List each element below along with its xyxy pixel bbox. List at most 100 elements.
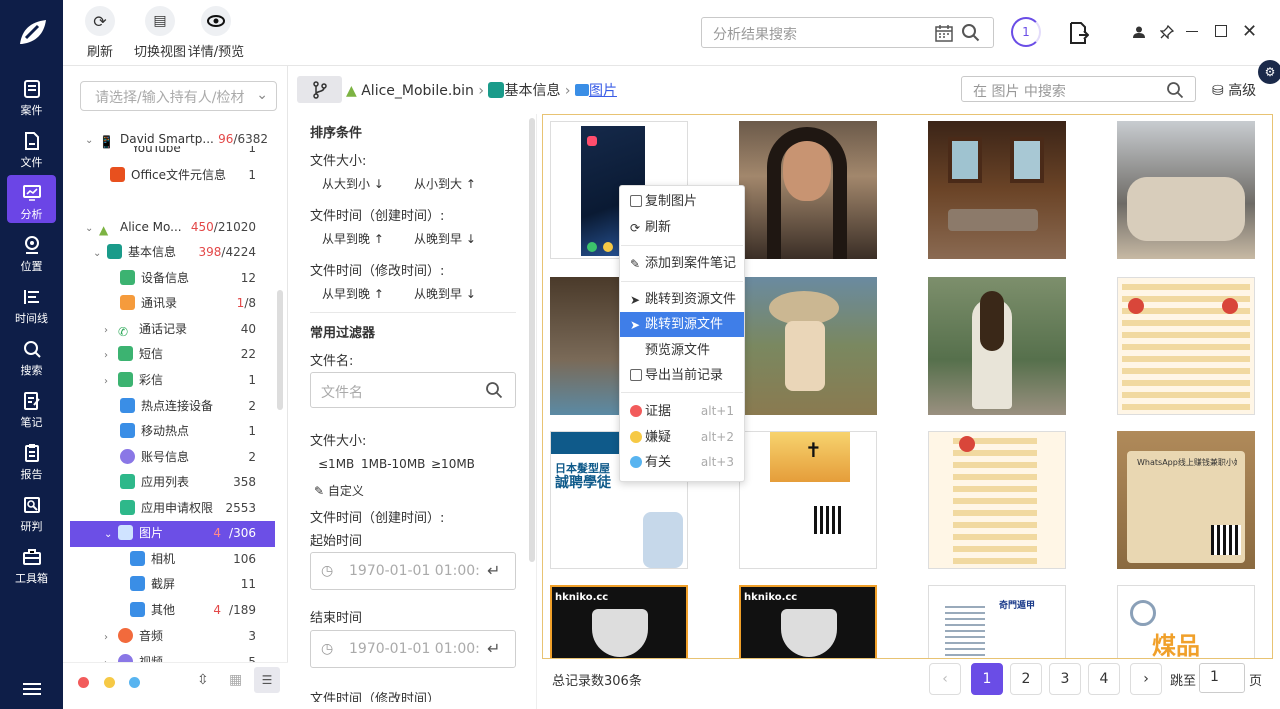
size-filter-small[interactable]: ≤1MB	[318, 457, 354, 471]
page-3[interactable]: 3	[1049, 663, 1081, 695]
menu-refresh[interactable]: ⟳ 刷新	[620, 215, 744, 240]
tree-item-office[interactable]: Office文件元信息 1	[110, 163, 256, 188]
end-time-input[interactable]: ◷ 1970-01-01 01:00:0 ↵	[310, 630, 516, 668]
menu-mark-evidence[interactable]: 证据 alt+1	[620, 399, 744, 424]
tree-item-pictures[interactable]: ⌄ 图片 4/306	[104, 521, 256, 546]
pin-icon[interactable]	[1160, 25, 1174, 39]
nav-timeline[interactable]: 时间线	[0, 280, 63, 330]
suspect-filter-dot[interactable]	[104, 677, 115, 688]
nav-search[interactable]: 搜索	[0, 332, 63, 382]
tree-item-screenshot[interactable]: 截屏 11	[130, 572, 256, 597]
prev-page-button[interactable]: ‹	[929, 663, 961, 695]
evidence-filter-dot[interactable]	[78, 677, 89, 688]
enter-icon[interactable]: ↵	[487, 561, 500, 580]
sort-ctime-desc[interactable]: 从晚到早 ↓	[414, 230, 476, 247]
thumbnail-back-girl[interactable]	[928, 277, 1066, 415]
tree-item-sms[interactable]: › 短信 22	[104, 342, 256, 367]
menu-preview-source[interactable]: 预览源文件	[620, 338, 744, 363]
grid-view-icon[interactable]: ▦	[229, 672, 242, 688]
breadcrumb-file[interactable]: Alice_Mobile.bin	[361, 83, 474, 99]
tree-item-apps[interactable]: 应用列表 358	[120, 470, 256, 495]
custom-size-button[interactable]: ✎ 自定义	[314, 482, 364, 499]
analysis-search-input[interactable]: 分析结果搜索	[701, 17, 994, 48]
floating-assistant-icon[interactable]: ⚙	[1258, 60, 1280, 84]
tree-item-basic-info[interactable]: ⌄ 基本信息 398/4224	[93, 240, 256, 265]
nav-analysis[interactable]: 分析	[0, 175, 63, 226]
enter-icon[interactable]: ↵	[487, 639, 500, 658]
tree-item-calls[interactable]: › ✆ 通话记录 40	[104, 317, 256, 342]
size-filter-medium[interactable]: 1MB-10MB	[361, 457, 425, 471]
page-2[interactable]: 2	[1010, 663, 1042, 695]
calendar-icon[interactable]	[935, 24, 953, 42]
next-page-button[interactable]: ›	[1130, 663, 1162, 695]
thumbnail-lottery-chart[interactable]	[1117, 277, 1255, 415]
menu-copy-image[interactable]: 复制图片	[620, 189, 744, 214]
page-4[interactable]: 4	[1088, 663, 1120, 695]
nav-location[interactable]: 位置	[0, 228, 63, 278]
related-filter-dot[interactable]	[129, 677, 140, 688]
breadcrumb-pictures[interactable]: 图片	[589, 83, 617, 99]
nav-toolbox[interactable]: 工具箱	[0, 540, 63, 590]
menu-goto-source[interactable]: ➤ 跳转到源文件	[620, 312, 744, 337]
tree-item-audio[interactable]: › 音频 3	[104, 624, 256, 649]
tree-item-youtube[interactable]: YouTube 1	[110, 146, 256, 156]
nav-file[interactable]: 文件	[0, 124, 63, 174]
task-progress-badge[interactable]: 1	[1011, 17, 1041, 47]
size-filter-large[interactable]: ≥10MB	[431, 457, 475, 471]
tree-scrollbar[interactable]	[277, 290, 283, 410]
thumbnail-portrait[interactable]	[739, 121, 877, 259]
sort-mtime-asc[interactable]: 从早到晚 ↑	[322, 285, 384, 302]
jump-page-input[interactable]: 1	[1199, 663, 1245, 693]
tree-item-contacts[interactable]: 通讯录 1/8	[120, 291, 256, 316]
menu-mark-related[interactable]: 有关 alt+3	[620, 450, 744, 475]
menu-export-record[interactable]: 导出当前记录	[620, 363, 744, 388]
tree-item-video[interactable]: ›视频5	[104, 650, 256, 662]
filename-input[interactable]: 文件名	[310, 372, 516, 408]
thumbnail-hkniko-1[interactable]: hkniko.cc	[550, 585, 688, 658]
thumbnail-qimen[interactable]: 奇門遁甲	[928, 585, 1066, 658]
nav-report[interactable]: 报告	[0, 436, 63, 486]
detail-preview-button[interactable]: 详情/预览	[187, 6, 245, 60]
menu-icon[interactable]	[23, 680, 41, 698]
thumbnail-whatsapp-ad[interactable]: WhatsApp线上赚钱兼职小妹	[1117, 431, 1255, 569]
menu-goto-resource[interactable]: ➤ 跳转到资源文件	[620, 287, 744, 312]
sort-mtime-desc[interactable]: 从晚到早 ↓	[414, 285, 476, 302]
tree-item-device-info[interactable]: 设备信息 12	[120, 266, 256, 291]
branch-button[interactable]	[297, 76, 342, 103]
tree-item-camera[interactable]: 相机 106	[130, 547, 256, 572]
tree-item-mms[interactable]: › 彩信 1	[104, 368, 256, 393]
thumbnail-lottery-chart-2[interactable]	[928, 431, 1066, 569]
tree-item-other[interactable]: 其他 4/189	[130, 598, 256, 623]
holder-select[interactable]: 请选择/输入持有人/检材 ⌄	[80, 81, 277, 111]
nav-case[interactable]: 案件	[0, 72, 63, 122]
search-icon[interactable]	[1166, 81, 1184, 99]
thumbnail-hat-girl[interactable]	[739, 277, 877, 415]
search-icon[interactable]	[485, 381, 503, 399]
page-1[interactable]: 1	[971, 663, 1003, 695]
minimize-icon[interactable]	[1186, 31, 1198, 32]
advanced-search-button[interactable]: ⛁ 高级	[1212, 80, 1256, 100]
picture-search-input[interactable]: 在 图片 中搜索	[961, 76, 1196, 102]
tree-item-mobile-hotspot[interactable]: 移动热点 1	[120, 419, 256, 444]
tree-item-app-permissions[interactable]: 应用申请权限 2553	[120, 496, 256, 521]
maximize-icon[interactable]	[1215, 25, 1227, 37]
user-icon[interactable]	[1133, 26, 1145, 38]
thumbnail-car-interior[interactable]	[1117, 121, 1255, 259]
breadcrumb-basic-info[interactable]: 基本信息	[504, 83, 560, 99]
sort-size-desc[interactable]: 从大到小 ↓	[322, 175, 384, 192]
menu-add-case-note[interactable]: ✎ 添加到案件笔记	[620, 251, 744, 276]
close-icon[interactable]: ✕	[1242, 21, 1257, 42]
collapse-icon[interactable]: ⇳	[197, 672, 209, 688]
refresh-button[interactable]: ⟳ 刷新	[85, 6, 115, 60]
sort-ctime-asc[interactable]: 从早到晚 ↑	[322, 230, 384, 247]
tree-item-hotspot-devices[interactable]: 热点连接设备 2	[120, 394, 256, 419]
tree-item-alice[interactable]: ⌄ ▲ Alice Mo... 450/21020	[85, 215, 256, 240]
nav-judge[interactable]: 研判	[0, 488, 63, 538]
thumbnail-cross-ad[interactable]: ✝	[739, 431, 877, 569]
thumbnail-room[interactable]	[928, 121, 1066, 259]
switch-view-button[interactable]: ▤ 切换视图	[130, 6, 190, 60]
thumbnail-hkniko-2[interactable]: hkniko.cc	[739, 585, 877, 658]
filter-scrollbar[interactable]	[529, 118, 535, 562]
menu-mark-suspect[interactable]: 嫌疑 alt+2	[620, 425, 744, 450]
nav-notes[interactable]: 笔记	[0, 384, 63, 434]
